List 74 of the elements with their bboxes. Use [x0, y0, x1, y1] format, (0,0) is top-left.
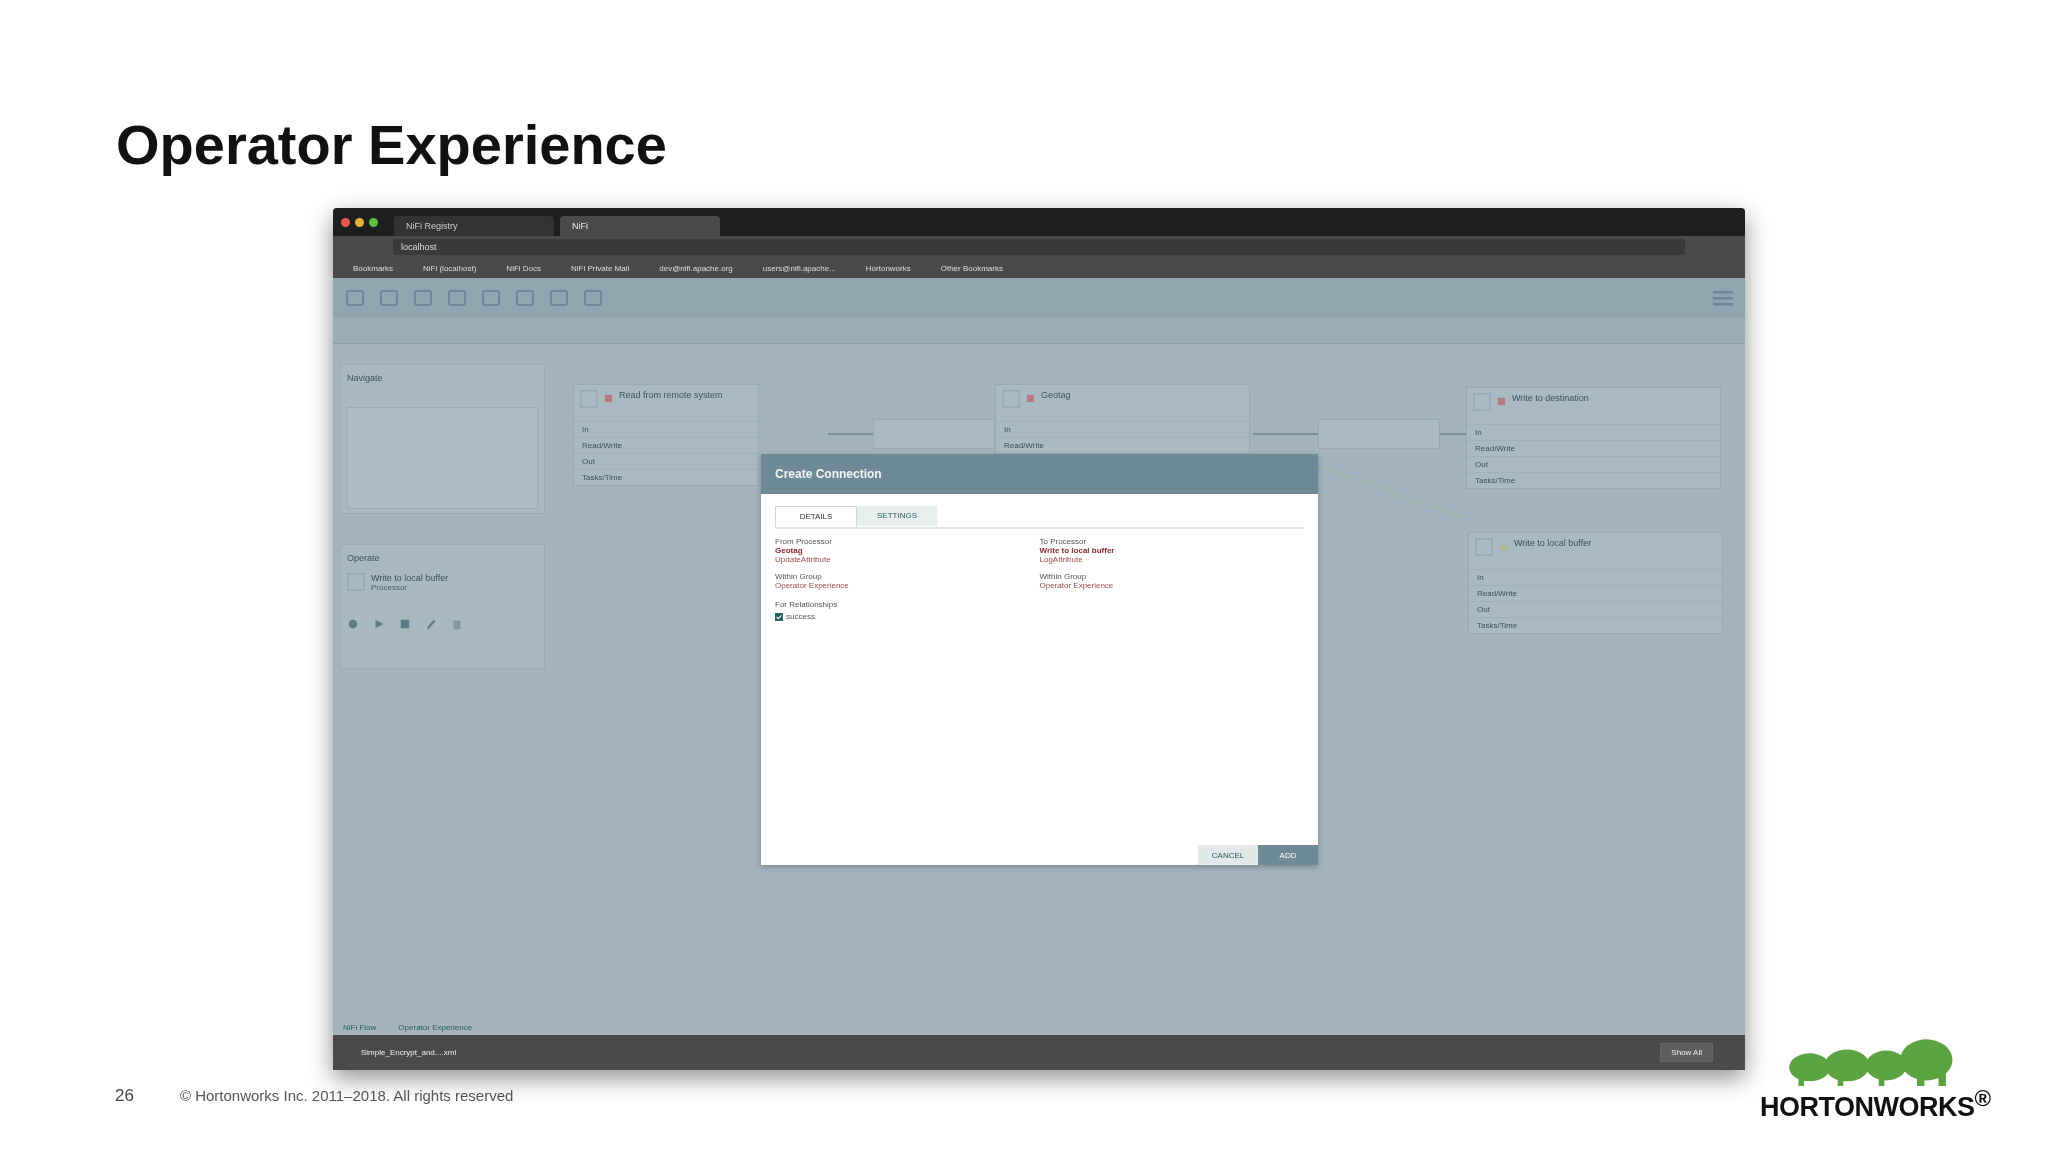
pencil-icon[interactable] [425, 618, 437, 630]
warning-icon [1499, 542, 1508, 551]
bookmark-link[interactable]: dev@nifi.apache.org [659, 263, 733, 273]
stat-label: Read/Write [1004, 441, 1044, 450]
stat-label: Tasks/Time [1477, 621, 1518, 630]
play-icon[interactable] [373, 618, 385, 630]
processor-name: Write to local buffer [1039, 546, 1116, 555]
stat-label: Out [582, 457, 595, 466]
field-label: For Relationships [775, 600, 839, 609]
stat-label: In [1477, 573, 1484, 582]
group-name: Operator Experience [1039, 581, 1115, 590]
stat-label: In [1004, 425, 1011, 434]
processor-name: Write to destination [1512, 393, 1589, 403]
stop-icon [1026, 394, 1035, 403]
dialog-title: Create Connection [775, 467, 882, 481]
checkbox[interactable] [775, 612, 783, 621]
connection-label[interactable] [873, 419, 995, 449]
slide-title: Operator Experience [116, 112, 667, 177]
stat-label: Out [1477, 605, 1490, 614]
browser-tab[interactable]: NiFi [560, 216, 720, 236]
processor-type: UpdateAttribute [775, 555, 832, 564]
group-name: Operator Experience [775, 581, 850, 590]
processor-name: Geotag [1041, 390, 1071, 400]
page-number: 26 [115, 1086, 134, 1106]
stat-label: Out [1475, 460, 1488, 469]
show-all-button[interactable]: Show All [1660, 1043, 1713, 1062]
stat-label: Read/Write [1477, 589, 1517, 598]
connection-label[interactable] [1318, 419, 1440, 449]
bookmark-link[interactable]: users@nifi.apache... [762, 263, 836, 273]
browser-tab[interactable]: NiFi Registry [394, 216, 554, 236]
logo-text: HORTONWORKS$^{®}$ [1760, 1086, 1991, 1123]
stat-label: Read/Write [582, 441, 622, 450]
stat-label: Read/Write [1475, 444, 1515, 453]
bookmark-link[interactable]: Hortonworks [865, 263, 911, 273]
copyright-text: © Hortonworks Inc. 2011–2018. All rights reserved [179, 1087, 514, 1104]
stop-icon[interactable] [399, 618, 411, 630]
processor-type: LogAttribute [1039, 555, 1084, 564]
component-type: Processor [371, 583, 408, 592]
panel-title: Navigate [347, 373, 383, 383]
processor-name: Read from remote system [619, 390, 723, 400]
stop-icon [604, 394, 613, 403]
stat-label: In [1475, 428, 1482, 437]
field-label: Within Group [1039, 572, 1088, 581]
stat-label: Tasks/Time [1475, 476, 1516, 485]
stop-icon [1497, 397, 1506, 406]
stat-label: Tasks/Time [582, 473, 623, 482]
processor-card[interactable]: Read from remote system In Read/Write Out Tasks/Time [573, 384, 759, 486]
address-field[interactable]: localhost [393, 239, 1685, 255]
cancel-button[interactable]: CANCEL [1198, 845, 1258, 865]
panel-title: Operate [347, 553, 380, 563]
dialog-tab[interactable]: SETTINGS [857, 506, 937, 526]
field-label: To Processor [1039, 537, 1088, 546]
processor-card[interactable]: Write to local buffer In Read/Write Out Tasks/Time [1468, 532, 1723, 634]
breadcrumb-link[interactable]: NiFi Flow [343, 1023, 377, 1032]
dialog-tab[interactable]: DETAILS [775, 506, 857, 527]
relationship-label: success [786, 612, 815, 621]
bookmark-link[interactable]: Other Bookmarks [940, 263, 1003, 273]
stat-label: In [582, 425, 589, 434]
processor-name: Write to local buffer [1514, 538, 1592, 548]
bookmark-link[interactable]: NiFi (localhost) [423, 263, 477, 273]
field-label: From Processor [775, 537, 833, 546]
menu-icon[interactable] [1713, 290, 1733, 306]
breadcrumb-link[interactable]: Operator Experience [398, 1023, 473, 1032]
add-button[interactable]: ADD [1258, 845, 1318, 865]
processor-name: Geotag [775, 546, 804, 555]
bookmark-link[interactable]: NiFi Docs [506, 263, 542, 273]
download-item[interactable]: Simple_Encrypt_and....xml [361, 1048, 457, 1057]
component-name: Write to local buffer [371, 573, 449, 583]
processor-card[interactable]: Write to destination In Read/Write Out Tasks/Time [1466, 387, 1721, 489]
field-label: Within Group [775, 572, 823, 581]
bookmark-link[interactable]: NiFi Private Mail [571, 263, 630, 273]
window-controls-icon[interactable] [341, 217, 378, 227]
bookmark-link[interactable]: Bookmarks [353, 263, 393, 273]
processor-card[interactable]: Geotag In Read/Write [995, 384, 1250, 454]
